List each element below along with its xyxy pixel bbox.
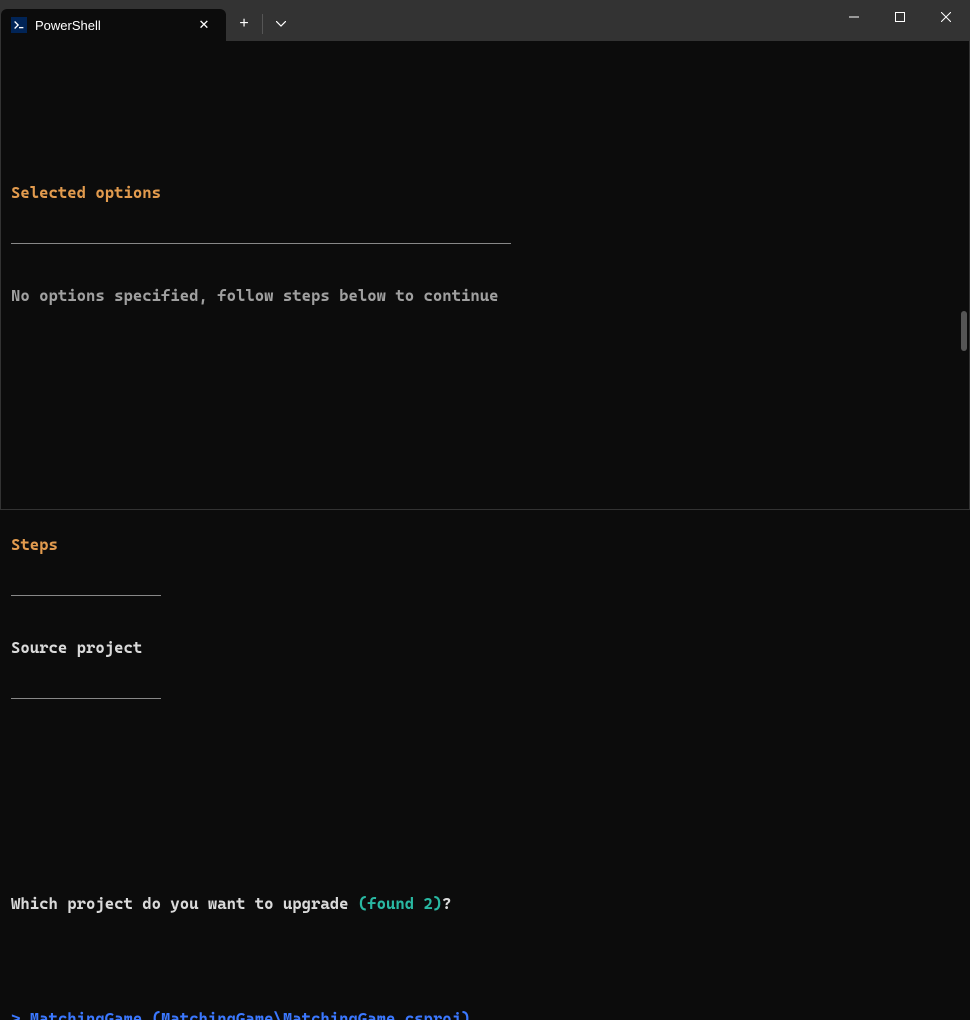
steps-item: Source project — [11, 638, 161, 657]
section-underline — [11, 698, 161, 699]
option-name: MatchingGame — [30, 1009, 152, 1020]
window-titlebar: PowerShell ✕ + — [1, 1, 969, 41]
prompt-question: Which project do you want to upgrade (fo… — [11, 894, 959, 913]
section-underline — [11, 243, 511, 244]
selected-options-heading: Selected options — [11, 183, 161, 202]
no-options-message: No options specified, follow steps below… — [11, 286, 511, 305]
minimize-button[interactable] — [831, 1, 877, 33]
close-tab-icon[interactable]: ✕ — [194, 15, 214, 35]
steps-heading: Steps — [11, 535, 58, 554]
section-underline — [11, 595, 161, 596]
powershell-icon — [11, 17, 27, 33]
new-tab-button[interactable]: + — [226, 8, 262, 40]
tabs-area: PowerShell ✕ + — [1, 1, 299, 41]
option-path: (MatchingGame\MatchingGame.csproj) — [152, 1009, 471, 1020]
selected-options-section: Selected options No options specified, f… — [11, 145, 511, 344]
tab-dropdown-button[interactable] — [263, 8, 299, 40]
tab-title: PowerShell — [35, 18, 186, 33]
pointer-icon: > — [11, 1009, 30, 1020]
option-selected[interactable]: > MatchingGame (MatchingGame\MatchingGam… — [11, 1009, 959, 1020]
found-count: (found 2) — [358, 894, 442, 913]
window-controls — [831, 1, 969, 41]
tab-powershell[interactable]: PowerShell ✕ — [1, 9, 226, 41]
terminal-body[interactable]: Selected options No options specified, f… — [1, 41, 969, 1020]
maximize-button[interactable] — [877, 1, 923, 33]
steps-section: Steps Source project — [11, 497, 161, 741]
close-window-button[interactable] — [923, 1, 969, 33]
scrollbar-thumb[interactable] — [961, 311, 967, 351]
